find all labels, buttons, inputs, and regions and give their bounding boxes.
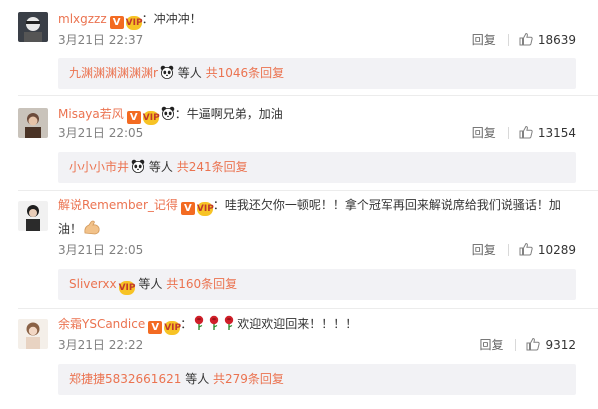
comment-line: 余霜YSCandice V VIP： 欢迎欢迎回来！！！！ — [58, 315, 357, 335]
divider — [507, 244, 509, 256]
reply-mid-text: 等人 — [185, 372, 210, 386]
reply-preview[interactable]: 郑捷捷5832661621 等人 共279条回复 — [58, 364, 576, 395]
reply-mid-text: 等人 — [148, 160, 173, 174]
divider — [507, 34, 509, 46]
verified-badge-icon: V — [109, 16, 124, 29]
rose-emoji-icon — [222, 315, 236, 331]
reply-mid-text: 等人 — [138, 277, 163, 291]
avatar[interactable] — [18, 108, 48, 138]
timestamp: 3月21日 22:05 — [58, 126, 144, 140]
username-link[interactable]: 解说Remember_记得 — [58, 198, 178, 212]
colon-separator: ： — [174, 107, 187, 121]
comment-text: 牛逼啊兄弟，加油 — [186, 107, 283, 121]
comment-actions: 回复 10289 — [472, 242, 576, 258]
vip-badge-icon: VIP — [118, 281, 136, 295]
username-link[interactable]: Misaya若风 — [58, 107, 124, 121]
panda-emoji-icon — [131, 159, 145, 173]
timestamp: 3月21日 22:37 — [58, 33, 144, 47]
vip-badge-icon: VIP — [142, 111, 160, 125]
reply-preview[interactable]: Sliverxx VIP 等人 共160条回复 — [58, 269, 576, 300]
panda-emoji-icon — [161, 106, 175, 120]
divider — [515, 339, 517, 351]
comment-text: 欢迎欢迎回来！！！！ — [237, 317, 358, 331]
username-link[interactable]: mlxgzzz — [58, 12, 107, 26]
vip-badge-icon: VIP — [164, 321, 182, 335]
vip-badge-icon: VIP — [196, 202, 214, 216]
reply-author[interactable]: 小小小市井 — [69, 160, 129, 174]
reply-button[interactable]: 回复 — [472, 243, 496, 257]
comment-item: mlxgzzz V VIP：冲冲冲！ 3月21日 22:37 回复 18639 九渊渊… — [0, 0, 598, 95]
reply-preview[interactable]: 小小小市井 等人 共241条回复 — [58, 152, 576, 183]
like-count: 10289 — [537, 243, 576, 257]
like-count: 13154 — [537, 126, 576, 140]
reply-button[interactable]: 回复 — [472, 33, 496, 47]
verified-badge-icon: V — [126, 111, 141, 124]
like-count: 18639 — [537, 33, 576, 47]
username-link[interactable]: 余霜YSCandice — [58, 317, 145, 331]
reply-count-link[interactable]: 共160条回复 — [166, 277, 237, 291]
thumbs-up-icon[interactable] — [526, 337, 540, 351]
panda-emoji-icon — [160, 65, 174, 79]
thumbs-up-icon[interactable] — [519, 125, 533, 139]
rose-emoji-icon — [207, 315, 221, 331]
comment-text: 冲冲冲！ — [153, 12, 202, 26]
comment-line: Misaya若风 V VIP ：牛逼啊兄弟，加油 — [58, 105, 283, 125]
reply-count-link[interactable]: 共279条回复 — [213, 372, 284, 386]
reply-mid-text: 等人 — [177, 66, 202, 80]
colon-separator: ： — [180, 317, 193, 331]
reply-button[interactable]: 回复 — [479, 338, 503, 352]
comment-item: Misaya若风 V VIP ：牛逼啊兄弟，加油 3月21日 22:05 回复 1315… — [0, 96, 598, 190]
verified-badge-icon: V — [180, 202, 195, 215]
comment-actions: 回复 18639 — [472, 32, 576, 48]
colon-separator: ： — [212, 198, 225, 212]
comment-actions: 回复 13154 — [472, 125, 576, 141]
comment-item: 解说Remember_记得 V VIP：哇我还欠你一顿呢！！拿个冠军再回来解说席给我… — [0, 191, 598, 309]
comment-actions: 回复 9312 — [479, 337, 576, 353]
flex-arm-emoji-icon — [84, 220, 100, 235]
thumbs-up-icon[interactable] — [519, 32, 533, 46]
verified-badge-icon: V — [148, 321, 163, 334]
reply-author[interactable]: 郑捷捷5832661621 — [69, 372, 181, 386]
reply-count-link[interactable]: 共241条回复 — [177, 160, 248, 174]
reply-author[interactable]: Sliverxx — [69, 277, 117, 291]
reply-button[interactable]: 回复 — [472, 126, 496, 140]
colon-separator: ： — [141, 12, 154, 26]
divider — [507, 127, 509, 139]
thumbs-up-icon[interactable] — [519, 242, 533, 256]
reply-preview[interactable]: 九渊渊渊渊渊渊r 等人 共1046条回复 — [58, 58, 576, 89]
comment-line: 解说Remember_记得 V VIP：哇我还欠你一顿呢！！拿个冠军再回来解说席给我… — [58, 193, 583, 241]
rose-emoji-icon — [192, 315, 206, 331]
avatar[interactable] — [18, 12, 48, 42]
comment-item: 余霜YSCandice V VIP： 欢迎欢迎回来！！！！ 3月21日 22:22 回… — [0, 309, 598, 409]
timestamp: 3月21日 22:22 — [58, 338, 144, 352]
avatar[interactable] — [18, 201, 48, 231]
reply-author[interactable]: 九渊渊渊渊渊渊r — [69, 66, 158, 80]
avatar[interactable] — [18, 319, 48, 349]
vip-badge-icon: VIP — [125, 16, 143, 30]
timestamp: 3月21日 22:05 — [58, 243, 144, 257]
like-count: 9312 — [545, 338, 576, 352]
reply-count-link[interactable]: 共1046条回复 — [206, 66, 285, 80]
comment-line: mlxgzzz V VIP：冲冲冲！ — [58, 10, 202, 30]
